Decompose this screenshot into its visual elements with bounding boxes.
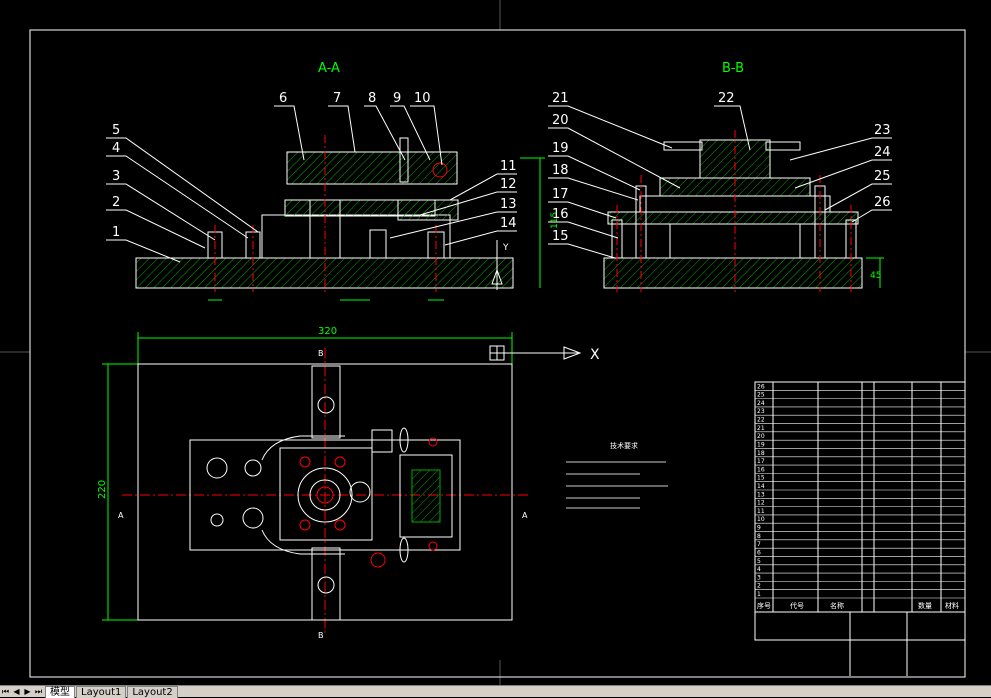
svg-text:5: 5 <box>112 123 120 138</box>
svg-text:14: 14 <box>500 216 517 231</box>
svg-text:13: 13 <box>500 197 517 212</box>
svg-text:17: 17 <box>552 187 569 202</box>
svg-text:A: A <box>522 511 528 520</box>
svg-text:20: 20 <box>552 113 569 128</box>
tab-model[interactable]: 模型 <box>45 685 75 698</box>
cad-model-space[interactable]: A-A 115 Y 1 2 3 4 5 6 7 8 9 10 11 12 13 … <box>0 0 991 685</box>
bom-header-code: 代号 <box>790 601 804 610</box>
bom-row-number: 17 <box>757 458 765 465</box>
layout-tab-bar: ⏮ ◀ ▶ ⏭ 模型 Layout1 Layout2 <box>0 685 991 698</box>
svg-text:6: 6 <box>279 91 287 106</box>
bom-row-number: 15 <box>757 475 765 482</box>
svg-text:4: 4 <box>112 141 120 156</box>
bom-header-name: 名称 <box>830 601 844 610</box>
svg-text:11: 11 <box>500 159 517 174</box>
svg-text:19: 19 <box>552 141 569 156</box>
first-tab-button[interactable]: ⏮ <box>0 687 11 697</box>
viewport-crosshair <box>0 0 991 685</box>
bom-header-no: 序号 <box>757 601 771 610</box>
svg-text:21: 21 <box>552 91 569 106</box>
bom-row-number: 21 <box>757 425 765 432</box>
bom-row-number: 7 <box>757 541 761 548</box>
svg-text:B: B <box>318 631 324 640</box>
bom-row-number: 6 <box>757 549 761 556</box>
svg-text:Y: Y <box>502 243 509 253</box>
bom-rows: 2625242322212019181716151413121110987654… <box>755 383 965 599</box>
svg-text:B: B <box>318 349 324 358</box>
prev-tab-button[interactable]: ◀ <box>11 687 22 697</box>
bom-row-number: 4 <box>757 566 761 573</box>
ucs-icon <box>489 345 582 361</box>
bom-row-number: 26 <box>757 383 765 390</box>
svg-text:9: 9 <box>393 91 401 106</box>
svg-text:22: 22 <box>718 91 735 106</box>
technical-requirements: 技术要求 <box>566 441 668 509</box>
bom-row-number: 16 <box>757 466 765 473</box>
svg-text:24: 24 <box>874 145 891 160</box>
bill-of-materials <box>754 381 966 676</box>
bom-row-number: 10 <box>757 516 765 523</box>
bom-row-number: 22 <box>757 417 765 424</box>
svg-text:45: 45 <box>870 271 881 281</box>
svg-text:25: 25 <box>874 169 891 184</box>
svg-text:8: 8 <box>368 91 376 106</box>
section-a-title: A-A <box>318 61 340 76</box>
bom-row-number: 13 <box>757 491 765 498</box>
svg-text:26: 26 <box>874 195 891 210</box>
bom-row-number: 5 <box>757 558 761 565</box>
svg-text:320: 320 <box>318 326 337 337</box>
svg-text:10: 10 <box>414 91 431 106</box>
bom-row-number: 20 <box>757 433 765 440</box>
tab-layout1[interactable]: Layout1 <box>76 685 127 698</box>
tab-layout2[interactable]: Layout2 <box>127 685 178 698</box>
bom-row-number: 9 <box>757 525 761 532</box>
bom-row-number: 1 <box>757 591 761 598</box>
bom-row-number: 8 <box>757 533 761 540</box>
plan-view: 320 220 B B A A <box>97 326 528 640</box>
bom-row-number: 19 <box>757 441 765 448</box>
last-tab-button[interactable]: ⏭ <box>33 687 44 697</box>
bom-row-number: 14 <box>757 483 765 490</box>
bom-row-number: 23 <box>757 408 765 415</box>
svg-text:7: 7 <box>333 91 341 106</box>
svg-text:12: 12 <box>500 177 517 192</box>
section-b-title: B-B <box>722 61 744 76</box>
section-a-view: A-A 115 Y <box>135 61 560 301</box>
svg-text:16: 16 <box>552 207 569 222</box>
bom-row-number: 24 <box>757 400 765 407</box>
next-tab-button[interactable]: ▶ <box>22 687 33 697</box>
bom-row-number: 12 <box>757 500 765 507</box>
svg-text:23: 23 <box>874 123 891 138</box>
bom-row-number: 2 <box>757 583 761 590</box>
bom-header-qty: 数量 <box>918 601 932 610</box>
section-b-view: B-B 45 <box>603 61 884 292</box>
bom-row-number: 11 <box>757 508 765 515</box>
ucs-x-label: X <box>590 347 600 363</box>
svg-text:18: 18 <box>552 163 569 178</box>
bom-row-number: 25 <box>757 392 765 399</box>
bom-row-number: 3 <box>757 574 761 581</box>
svg-text:A: A <box>118 511 124 520</box>
svg-text:2: 2 <box>112 195 120 210</box>
svg-text:技术要求: 技术要求 <box>610 441 638 450</box>
svg-text:3: 3 <box>112 169 120 184</box>
svg-text:15: 15 <box>552 229 569 244</box>
svg-text:1: 1 <box>112 225 120 240</box>
svg-text:220: 220 <box>97 480 108 499</box>
bom-header-material: 材料 <box>945 601 959 610</box>
bom-row-number: 18 <box>757 450 765 457</box>
